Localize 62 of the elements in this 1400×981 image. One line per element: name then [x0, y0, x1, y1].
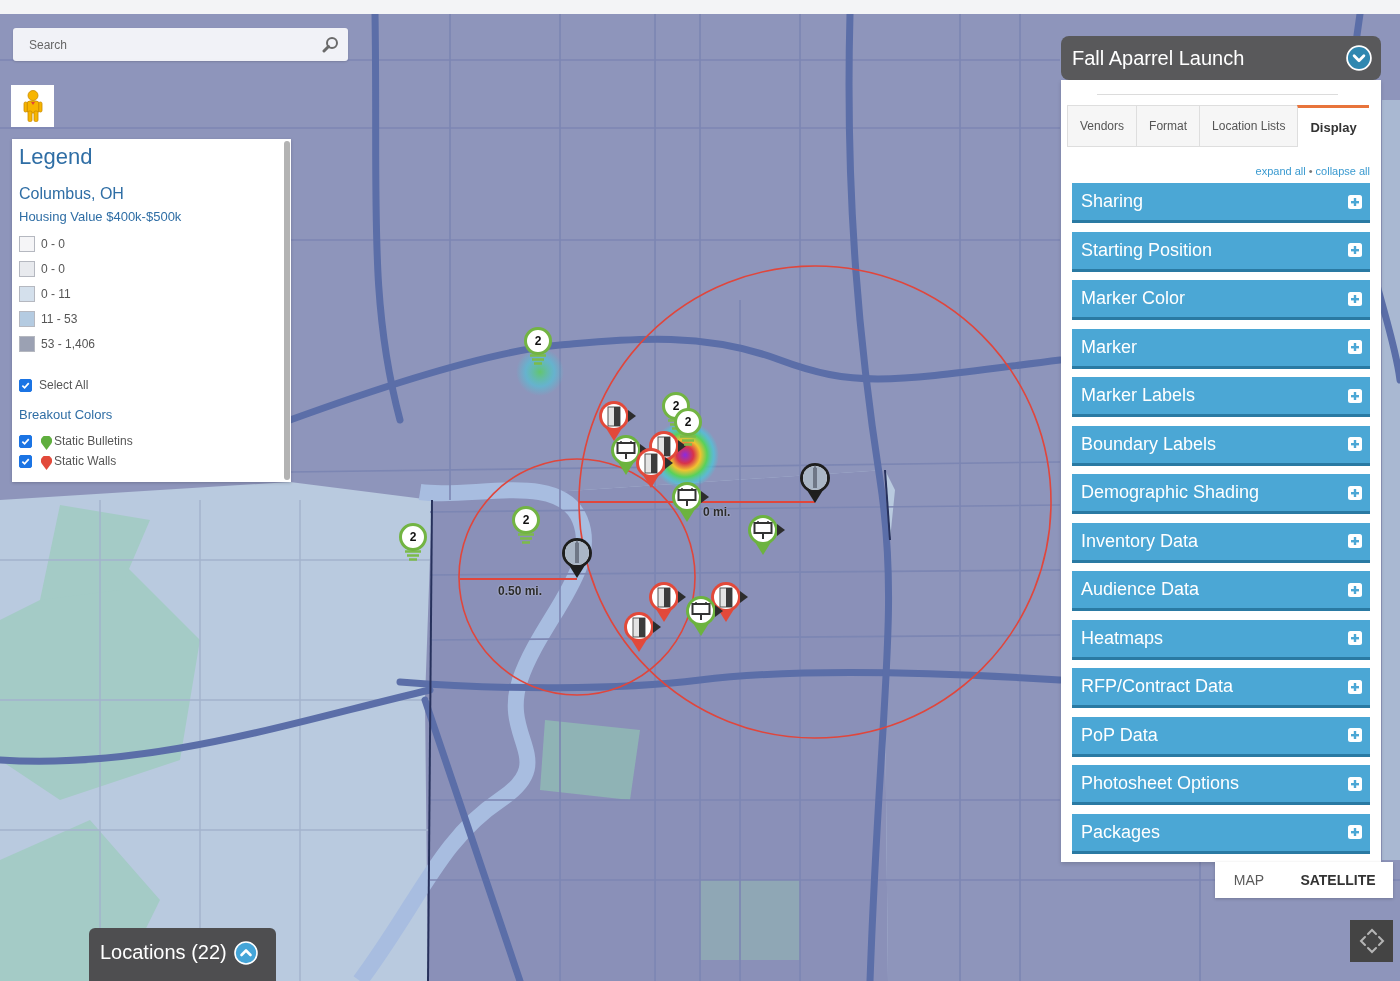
four-arrows-icon — [1358, 928, 1385, 954]
range-label: 0 - 0 — [41, 261, 65, 276]
map-type-button[interactable]: MAP — [1215, 862, 1283, 898]
building-pin-icon[interactable] — [634, 447, 674, 488]
breakout-label: Static Walls — [54, 454, 117, 468]
person-icon — [22, 90, 43, 122]
accordion-header[interactable]: Marker Color — [1072, 280, 1370, 320]
photo-pin-icon[interactable] — [798, 462, 832, 503]
chevron-down-icon[interactable] — [1346, 45, 1372, 71]
checkbox[interactable] — [19, 454, 32, 468]
stripes-icon — [680, 435, 696, 446]
link-separator: • — [1308, 165, 1313, 177]
accordion-header[interactable]: Marker — [1072, 328, 1370, 369]
select-all-label: Select All — [39, 378, 89, 392]
range-label: 11 - 53 — [41, 311, 78, 326]
range-label: 53 - 1,406 — [41, 336, 96, 351]
expand-all-link[interactable]: expand all — [1255, 165, 1306, 177]
building-pin-icon[interactable] — [622, 611, 662, 652]
legend-city: Columbus, OH — [19, 184, 124, 204]
radius-label: 0.50 mi. — [498, 584, 543, 598]
tab[interactable]: Format — [1136, 105, 1200, 147]
scrollbar[interactable] — [284, 141, 290, 480]
accordion-header[interactable]: Packages — [1072, 813, 1370, 854]
tab[interactable]: Display — [1297, 105, 1369, 147]
accordion-header[interactable]: RFP/Contract Data — [1072, 668, 1370, 708]
accordion-header[interactable]: Audience Data — [1072, 571, 1370, 611]
building-pin-icon[interactable] — [647, 581, 687, 622]
checkbox[interactable] — [19, 378, 32, 392]
accordion-header[interactable]: Photosheet Options — [1072, 765, 1370, 805]
photo-pin-icon[interactable] — [560, 537, 594, 578]
legend-title: Legend — [19, 143, 93, 171]
panel-title: Fall Aparrel Launch — [1072, 46, 1245, 70]
billboard-pin-icon[interactable] — [746, 514, 786, 555]
accordion-header[interactable]: Inventory Data — [1072, 522, 1370, 563]
accordion-header[interactable]: Demographic Shading — [1072, 474, 1370, 514]
stripes-icon — [405, 550, 421, 561]
stripes-icon — [518, 533, 534, 544]
range-label: 0 - 11 — [41, 286, 71, 301]
accordion-header[interactable]: Marker Labels — [1072, 377, 1370, 417]
tab[interactable]: Vendors — [1067, 105, 1137, 147]
breakout-label: Static Bulletins — [54, 434, 133, 448]
collapse-all-link[interactable]: collapse all — [1315, 165, 1370, 177]
heatmap-blob — [516, 348, 564, 396]
tab[interactable]: Location Lists — [1199, 105, 1298, 147]
radius-label: 0 mi. — [703, 505, 731, 519]
search-field[interactable]: Search — [13, 28, 348, 61]
camera-control-button[interactable] — [1350, 920, 1393, 962]
billboard-pin-icon[interactable] — [684, 595, 724, 636]
locations-tab[interactable]: Locations (22) — [89, 928, 276, 981]
accordion-header[interactable]: Starting Position — [1072, 231, 1370, 272]
checkbox[interactable] — [19, 434, 32, 448]
accordion-header[interactable]: Sharing — [1072, 183, 1370, 223]
stripes-icon — [530, 354, 546, 365]
range-label: 0 - 0 — [41, 236, 65, 251]
search-icon[interactable] — [322, 36, 339, 53]
legend-layer-title: Housing Value $400k-$500k — [19, 208, 182, 226]
breakout-title: Breakout Colors — [19, 406, 113, 424]
map-type-button[interactable]: SATELLITE — [1283, 862, 1393, 898]
billboard-pin-icon[interactable] — [670, 481, 710, 522]
accordion-header[interactable]: Heatmaps — [1072, 619, 1370, 660]
accordion-header[interactable]: Boundary Labels — [1072, 425, 1370, 466]
accordion-header[interactable]: PoP Data — [1072, 716, 1370, 757]
